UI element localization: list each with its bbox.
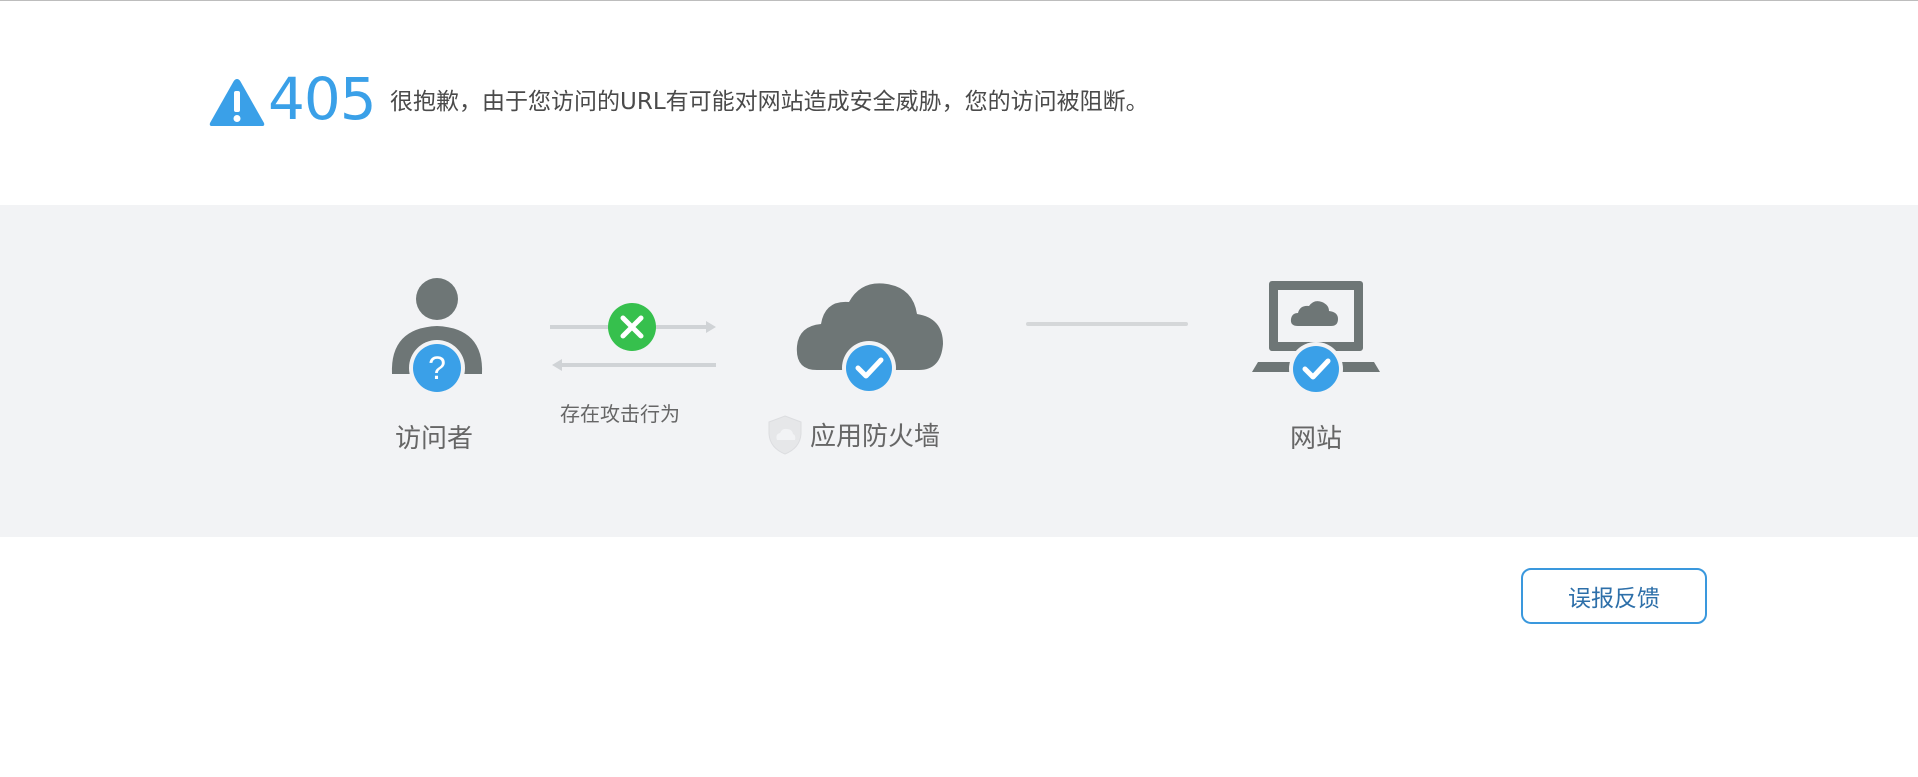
visitor-label: 访问者: [395, 424, 474, 454]
cloud-check-icon: [796, 283, 943, 395]
diagram-panel: [0, 205, 1918, 537]
attack-label: 存在攻击行为: [560, 402, 680, 426]
warning-triangle-icon: [209, 79, 265, 126]
blocked-traffic-arrows: [550, 303, 716, 371]
laptop-cloud-check-icon: [1252, 281, 1380, 396]
person-question-icon: ?: [391, 278, 483, 396]
error-code: 405: [268, 65, 377, 133]
firewall-label: 应用防火墙: [810, 422, 941, 452]
error-message: 很抱歉，由于您访问的URL有可能对网站造成安全威胁，您的访问被阻断。: [390, 89, 1149, 115]
red-x-circle-icon: [608, 303, 656, 351]
shield-icon: [768, 415, 802, 455]
connection-line: [1026, 322, 1188, 326]
false-positive-feedback-button[interactable]: 误报反馈: [1521, 568, 1707, 624]
svg-text:?: ?: [428, 350, 446, 386]
top-divider: [0, 0, 1918, 1]
site-label: 网站: [1290, 424, 1343, 454]
